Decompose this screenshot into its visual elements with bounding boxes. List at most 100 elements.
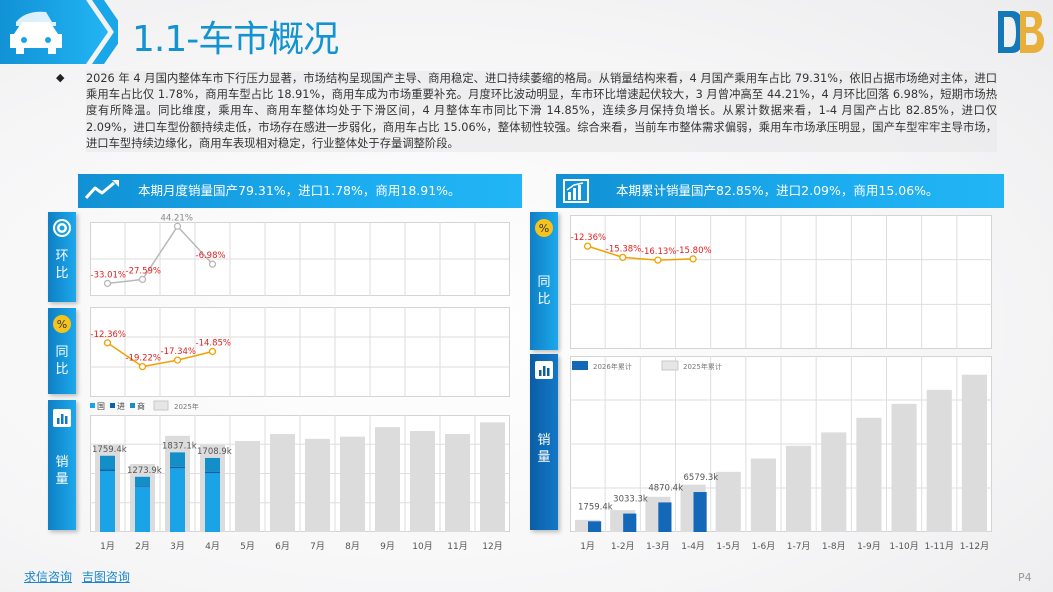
cumulative-yoy-point bbox=[689, 255, 697, 263]
cumulative-yoy-point bbox=[654, 256, 662, 264]
monthly-sales-x-tick: 6月 bbox=[275, 541, 290, 552]
monthly-yoy-point bbox=[103, 339, 112, 347]
monthly-sales-x-tick: 5月 bbox=[240, 541, 255, 552]
monthly-sales-x-tick: 10月 bbox=[412, 541, 432, 552]
cumulative-yoy-point bbox=[583, 242, 592, 250]
monthly-yoy-data-label: -19.22% bbox=[126, 354, 161, 364]
cumulative-sales-current-bar bbox=[588, 521, 602, 532]
cumulative-sales-prior-bar bbox=[891, 403, 917, 532]
monthly-sales-x-tick: 11月 bbox=[447, 541, 467, 552]
cumulative-yoy-point bbox=[619, 253, 627, 262]
monthly-sales-import-bar bbox=[170, 466, 185, 469]
monthly-sales-legend-swatch bbox=[130, 403, 135, 408]
monthly-mom-point bbox=[173, 222, 182, 230]
monthly-sales-legend-label: 商 bbox=[137, 401, 145, 411]
cumulative-sales-prior-bar bbox=[715, 471, 741, 532]
cumulative-sales-prior-bar bbox=[750, 458, 776, 532]
cumulative-sales-data-label: 6579.3k bbox=[684, 473, 719, 483]
monthly-sales-legend-label: 国 bbox=[97, 402, 105, 411]
cumulative-yoy-data-label: -15.38% bbox=[606, 244, 641, 254]
monthly-mom-data-label: 44.21% bbox=[161, 213, 193, 223]
cumulative-sales-data-label: 4870.4k bbox=[648, 483, 683, 493]
monthly-sales-prior-bar bbox=[270, 434, 295, 532]
monthly-yoy-point bbox=[208, 347, 217, 356]
page-number: P4 bbox=[1018, 571, 1032, 584]
monthly-sales-data-label: 1759.4k bbox=[92, 445, 127, 455]
monthly-sales-data-label: 1708.9k bbox=[197, 447, 232, 457]
cumulative-sales-prior-bar bbox=[786, 445, 812, 532]
monthly-mom-point bbox=[103, 279, 112, 288]
monthly-sales-data-label: 1273.9k bbox=[127, 466, 162, 476]
monthly-sales-commercial-bar bbox=[205, 457, 220, 472]
monthly-yoy-data-label: -14.85% bbox=[196, 338, 231, 348]
cumulative-yoy-data-label: -12.36% bbox=[571, 233, 606, 243]
cumulative-sales-prior-bar bbox=[926, 389, 952, 532]
monthly-sales-x-tick: 12月 bbox=[482, 541, 502, 552]
monthly-sales-prior-bar bbox=[375, 427, 400, 532]
monthly-mom-point bbox=[138, 275, 147, 284]
footer-link-qiuxin[interactable]: 求信咨询 bbox=[24, 570, 72, 584]
monthly-sales-prior-bar bbox=[235, 441, 260, 532]
monthly-yoy-data-label: -17.34% bbox=[161, 347, 196, 357]
cumulative-sales-x-tick: 1-5月 bbox=[716, 541, 740, 552]
monthly-mom-data-label: -33.01% bbox=[91, 270, 126, 280]
monthly-sales-prior-bar bbox=[480, 422, 505, 532]
monthly-sales-legend-swatch bbox=[110, 403, 115, 408]
monthly-sales-domestic-bar bbox=[100, 471, 115, 532]
cumulative-sales-x-tick: 1-11月 bbox=[925, 541, 954, 552]
monthly-sales-legend-swatch bbox=[153, 400, 169, 411]
monthly-sales-x-tick: 3月 bbox=[170, 541, 185, 552]
cumulative-sales-x-tick: 1月 bbox=[580, 541, 595, 552]
cumulative-sales-x-tick: 1-2月 bbox=[611, 541, 635, 552]
cumulative-sales-current-bar bbox=[693, 492, 707, 532]
cumulative-sales-x-tick: 1-7月 bbox=[787, 541, 811, 552]
cumulative-sales-prior-bar bbox=[821, 432, 847, 532]
cumulative-sales-legend-label: 2026年累计 bbox=[593, 362, 632, 371]
monthly-mom-point bbox=[208, 260, 217, 268]
monthly-sales-x-tick: 1月 bbox=[100, 541, 115, 552]
cumulative-sales-legend-swatch bbox=[661, 360, 679, 371]
monthly-sales-x-tick: 8月 bbox=[345, 541, 360, 552]
monthly-sales-legend-label: 2025年 bbox=[174, 402, 199, 411]
monthly-mom-data-label: -27.59% bbox=[126, 266, 161, 276]
cumulative-sales-x-tick: 1-9月 bbox=[857, 541, 881, 552]
monthly-sales-x-tick: 9月 bbox=[380, 541, 395, 552]
cumulative-yoy-data-label: -15.80% bbox=[676, 246, 711, 256]
monthly-yoy-point bbox=[173, 356, 182, 364]
monthly-sales-commercial-bar bbox=[170, 452, 185, 467]
monthly-sales-prior-bar bbox=[410, 431, 435, 532]
cumulative-sales-prior-bar bbox=[961, 374, 987, 532]
monthly-sales-domestic-bar bbox=[205, 473, 220, 532]
monthly-sales-prior-bar bbox=[445, 434, 470, 532]
footer-link-jitu[interactable]: 吉图咨询 bbox=[82, 570, 130, 584]
monthly-sales-import-bar bbox=[135, 485, 150, 487]
monthly-sales-data-label: 1837.1k bbox=[162, 441, 197, 451]
monthly-mom-data-label: -6.98% bbox=[196, 251, 226, 261]
cumulative-sales-legend-swatch bbox=[572, 361, 588, 370]
cumulative-sales-x-tick: 1-10月 bbox=[889, 541, 918, 552]
monthly-sales-x-tick: 7月 bbox=[310, 541, 325, 552]
monthly-yoy-point bbox=[138, 362, 147, 371]
monthly-sales-prior-bar bbox=[305, 438, 330, 532]
monthly-sales-domestic-bar bbox=[170, 468, 185, 532]
cumulative-sales-prior-bar bbox=[856, 417, 882, 532]
cumulative-sales-x-tick: 1-12月 bbox=[960, 541, 989, 552]
monthly-sales-x-tick: 2月 bbox=[135, 541, 150, 552]
monthly-yoy-data-label: -12.36% bbox=[91, 330, 126, 340]
monthly-sales-import-bar bbox=[100, 469, 115, 472]
monthly-sales-domestic-bar bbox=[135, 486, 150, 532]
monthly-sales-import-bar bbox=[205, 471, 220, 474]
cumulative-sales-x-tick: 1-4月 bbox=[681, 541, 705, 552]
cumulative-sales-x-tick: 1-8月 bbox=[822, 541, 846, 552]
cumulative-sales-current-bar bbox=[623, 513, 637, 532]
monthly-sales-legend-swatch bbox=[90, 403, 95, 408]
cumulative-sales-legend-label: 2025年累计 bbox=[683, 362, 722, 371]
cumulative-sales-x-tick: 1-6月 bbox=[752, 541, 776, 552]
monthly-sales-legend-label: 进 bbox=[117, 402, 125, 411]
cumulative-yoy-data-label: -16.13% bbox=[641, 247, 676, 257]
monthly-sales-commercial-bar bbox=[135, 476, 150, 486]
cumulative-sales-data-label: 1759.4k bbox=[578, 502, 613, 512]
footer-links: 求信咨询 吉图咨询 bbox=[24, 568, 136, 585]
charts-layer: -33.01% -27.59% 44.21% -6.98% -12.36% -19.22%… bbox=[90, 213, 992, 552]
cumulative-sales-data-label: 3033.3k bbox=[613, 495, 648, 505]
